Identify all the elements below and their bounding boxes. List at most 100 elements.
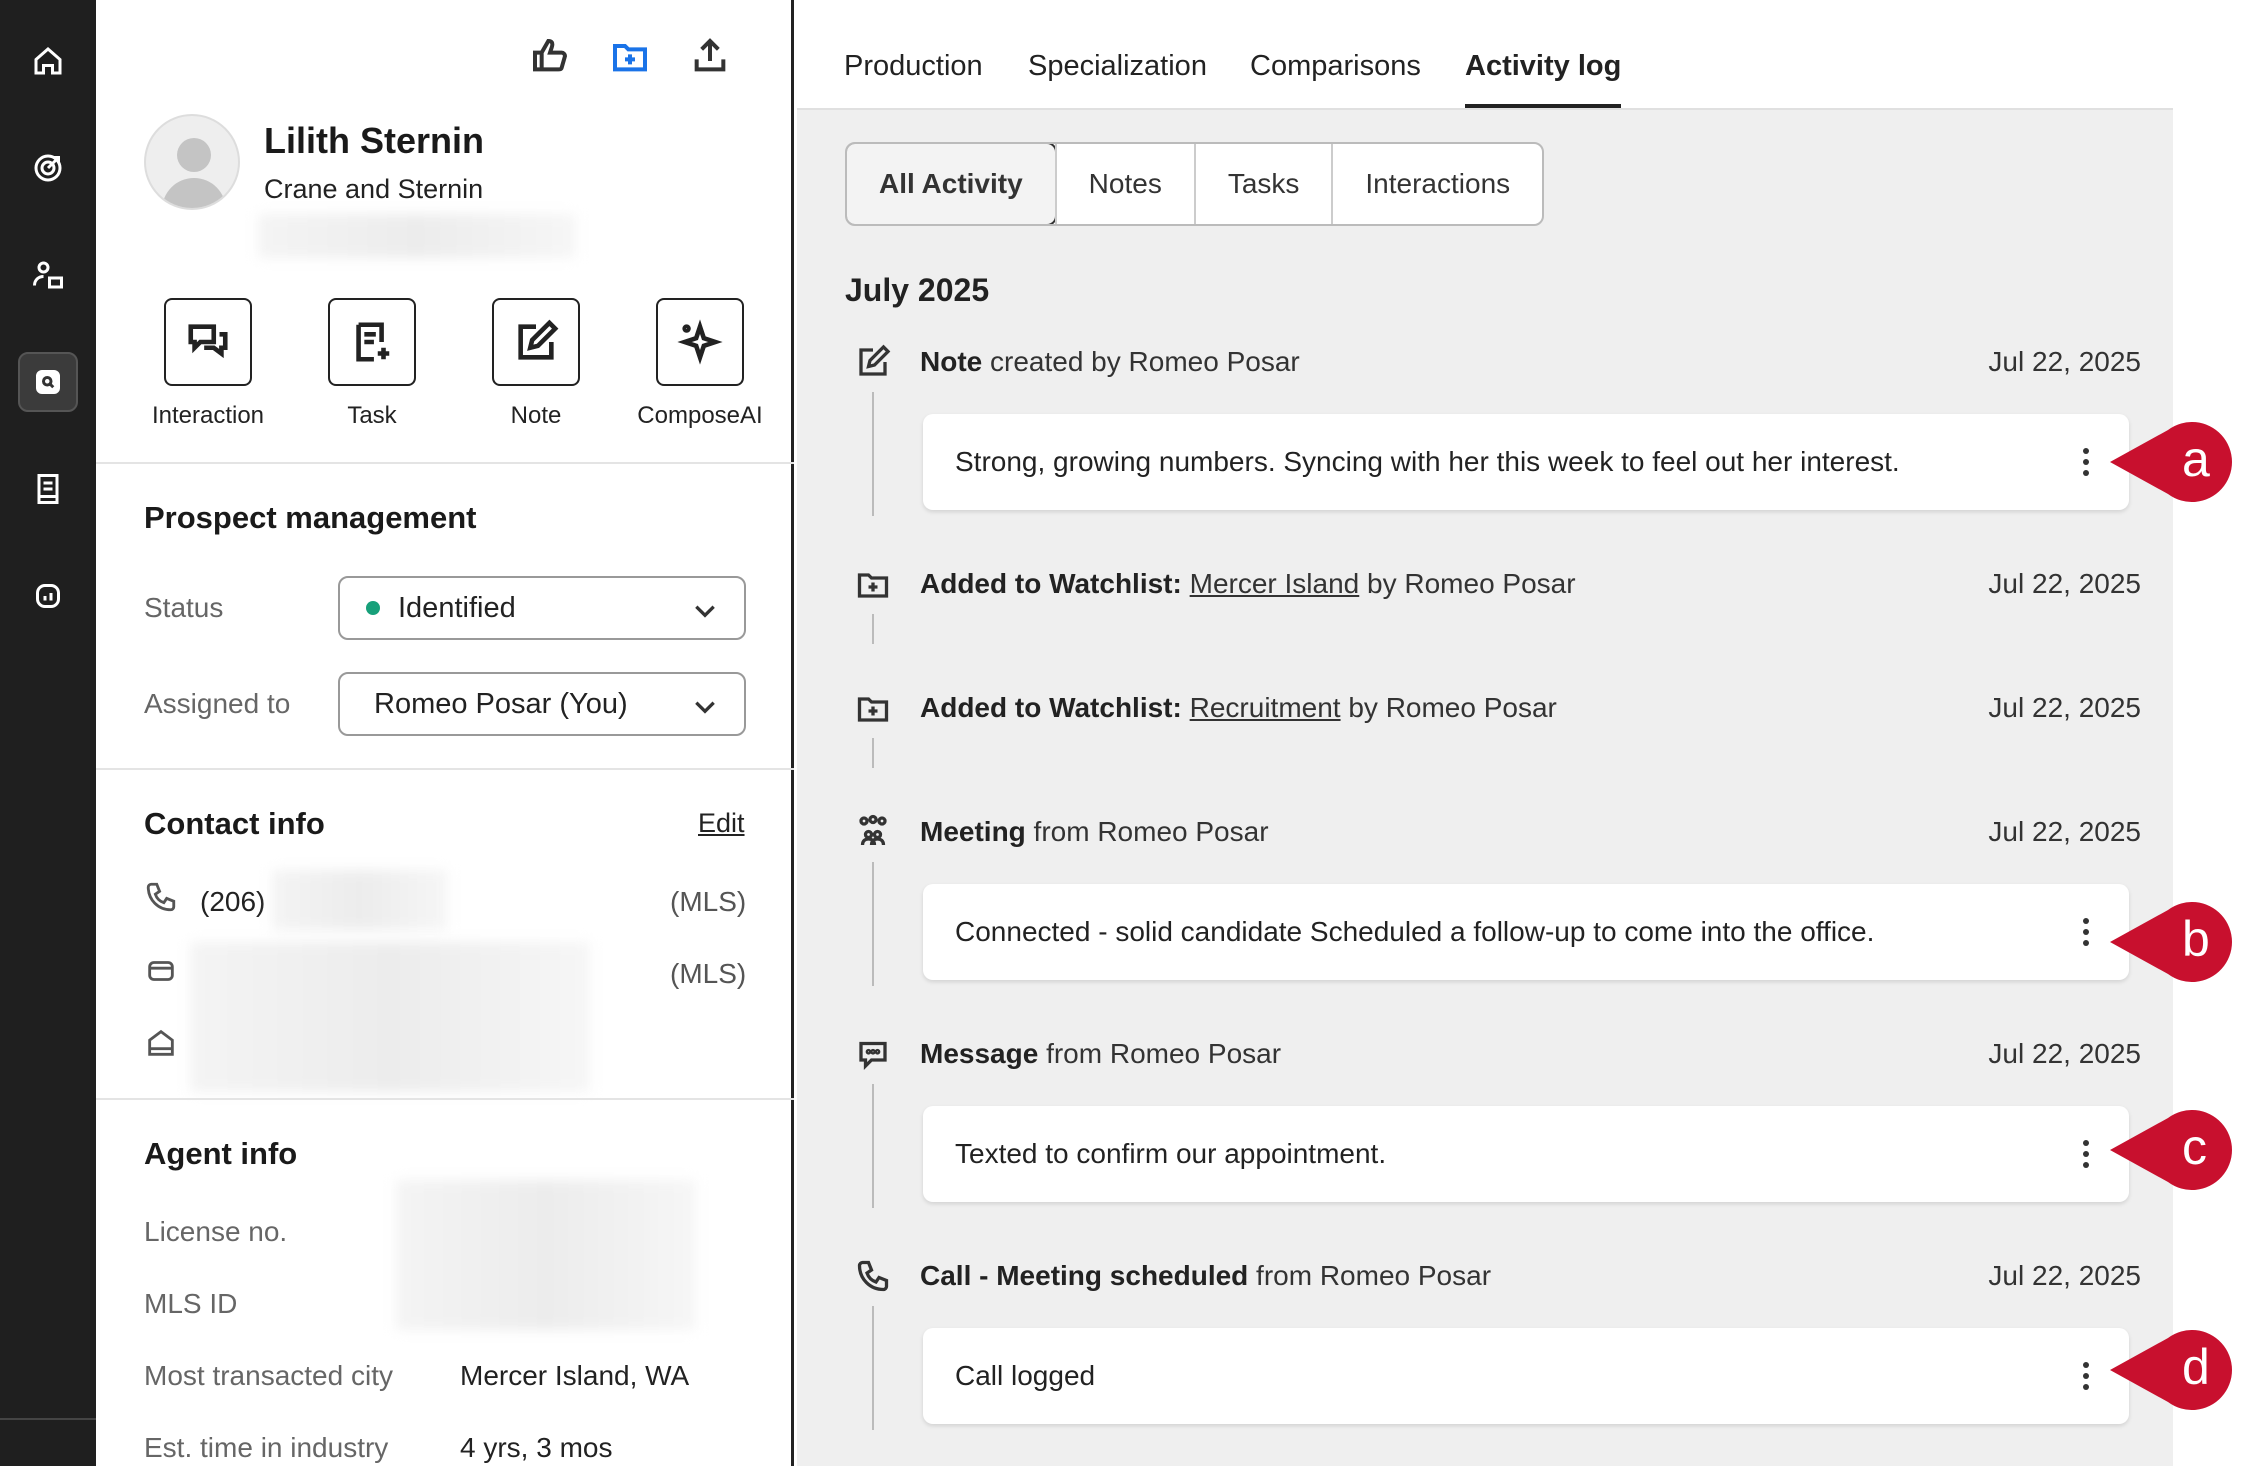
tab-bar: Production Specialization Comparisons Ac… (797, 0, 2173, 110)
timeline-line (872, 738, 874, 768)
activity-card: Connected - solid candidate Scheduled a … (923, 884, 2129, 980)
activity-card-text: Call logged (955, 1360, 1096, 1391)
redacted-agent-ids (396, 1180, 696, 1330)
filter-all-activity[interactable]: All Activity (847, 144, 1057, 224)
meeting-people-icon (855, 812, 891, 848)
assigned-label: Assigned to (144, 688, 291, 719)
contact-edit-link[interactable]: Edit (698, 808, 745, 839)
people-icon[interactable] (18, 245, 78, 305)
activity-panel: Production Specialization Comparisons Ac… (797, 0, 2173, 1466)
message-icon (855, 1036, 891, 1072)
sparkle-icon (677, 319, 723, 365)
more-options-icon[interactable] (2083, 918, 2091, 948)
timeline-line (872, 1084, 874, 1208)
search-profile-icon[interactable] (18, 352, 78, 412)
watchlist-link[interactable]: Mercer Island (1190, 568, 1360, 599)
prospect-heading: Prospect management (144, 500, 477, 535)
home-icon[interactable] (18, 31, 78, 91)
status-label: Status (144, 592, 224, 623)
interaction-button[interactable]: Interaction (126, 298, 290, 430)
composeai-button[interactable]: ComposeAI (618, 298, 782, 430)
callout-marker-a: a (2108, 422, 2238, 502)
note-label: Note (510, 402, 562, 429)
add-to-folder-icon[interactable] (610, 36, 650, 81)
profile-name: Lilith Sternin (264, 120, 484, 161)
assigned-select[interactable]: Romeo Posar (You) (338, 672, 746, 736)
activity-title: Added to Watchlist: Recruitment by Romeo… (920, 692, 1557, 723)
phone-source: (MLS) (670, 886, 747, 917)
composeai-label: ComposeAI (637, 402, 763, 429)
report-icon[interactable] (18, 566, 78, 626)
profile-company: Crane and Sternin (264, 174, 484, 204)
phone-icon (144, 880, 178, 914)
thumbs-up-icon[interactable] (530, 36, 570, 81)
more-options-icon[interactable] (2083, 448, 2091, 478)
book-icon[interactable] (18, 459, 78, 519)
activity-date: Jul 22, 2025 (1988, 568, 2141, 599)
phone-prefix: (206) (200, 886, 266, 917)
profile-toolbar (530, 36, 730, 81)
time-label: Est. time in industry (144, 1432, 389, 1463)
callout-marker-d: d (2108, 1330, 2238, 1410)
activity-card-text: Connected - solid candidate Scheduled a … (955, 916, 1875, 947)
tab-specialization[interactable]: Specialization (1028, 50, 1207, 83)
chat-bubbles-icon (188, 324, 228, 359)
task-add-icon (356, 322, 390, 362)
home-address-icon (144, 1026, 178, 1060)
tab-comparisons[interactable]: Comparisons (1250, 50, 1421, 83)
agent-heading: Agent info (144, 1136, 298, 1171)
callout-marker-c: c (2108, 1110, 2238, 1190)
task-button[interactable]: Task (290, 298, 454, 430)
divider (96, 462, 794, 464)
timeline-line (872, 614, 874, 644)
status-value: Identified (398, 591, 516, 624)
email-source: (MLS) (670, 958, 747, 989)
timeline-line (872, 1306, 874, 1430)
activity-date: Jul 22, 2025 (1988, 346, 2141, 377)
filter-notes[interactable]: Notes (1054, 144, 1194, 224)
activity-card: Strong, growing numbers. Syncing with he… (923, 414, 2129, 510)
redacted-email-address (190, 942, 590, 1092)
activity-title: Call - Meeting scheduled from Romeo Posa… (920, 1260, 1492, 1291)
note-edit-icon (855, 344, 891, 380)
target-icon[interactable] (18, 138, 78, 198)
activity-title: Meeting from Romeo Posar (920, 816, 1269, 847)
city-value: Mercer Island, WA (460, 1360, 690, 1391)
filter-tasks[interactable]: Tasks (1193, 144, 1332, 224)
divider (96, 1098, 794, 1100)
note-button[interactable]: Note (454, 298, 618, 430)
timeline-line (872, 862, 874, 986)
avatar (144, 114, 240, 210)
divider (96, 768, 794, 770)
callout-marker-b: b (2108, 902, 2238, 982)
quick-actions: Interaction Task Note ComposeAI (126, 298, 782, 430)
add-to-folder-icon (855, 566, 891, 602)
note-edit-icon (518, 319, 559, 360)
time-value: 4 yrs, 3 mos (460, 1432, 613, 1463)
tab-activity-log[interactable]: Activity log (1465, 50, 1622, 108)
rail-divider (0, 1418, 96, 1420)
redacted-phone (272, 870, 448, 930)
activity-card: Texted to confirm our appointment. (923, 1106, 2129, 1202)
activity-date: Jul 22, 2025 (1988, 1038, 2141, 1069)
activity-date: Jul 22, 2025 (1988, 692, 2141, 723)
share-upload-icon[interactable] (690, 36, 730, 81)
more-options-icon[interactable] (2083, 1140, 2091, 1170)
profile-panel: Lilith Sternin Crane and Sternin Interac… (96, 0, 794, 1466)
status-select[interactable]: Identified (338, 576, 746, 640)
activity-title: Message from Romeo Posar (920, 1038, 1282, 1069)
more-options-icon[interactable] (2083, 1362, 2091, 1392)
activity-filter: All Activity Notes Tasks Interactions (845, 142, 1545, 226)
watchlist-link[interactable]: Recruitment (1190, 692, 1341, 723)
chevron-down-icon (692, 598, 715, 620)
mail-icon (144, 954, 178, 988)
mls-id-label: MLS ID (144, 1288, 238, 1319)
activity-title: Added to Watchlist: Mercer Island by Rom… (920, 568, 1576, 599)
activity-card: Call logged (923, 1328, 2129, 1424)
interaction-label: Interaction (151, 402, 265, 429)
filter-interactions[interactable]: Interactions (1331, 144, 1542, 224)
activity-date: Jul 22, 2025 (1988, 1260, 2141, 1291)
license-label: License no. (144, 1216, 288, 1247)
task-label: Task (347, 402, 397, 429)
tab-production[interactable]: Production (844, 50, 983, 83)
